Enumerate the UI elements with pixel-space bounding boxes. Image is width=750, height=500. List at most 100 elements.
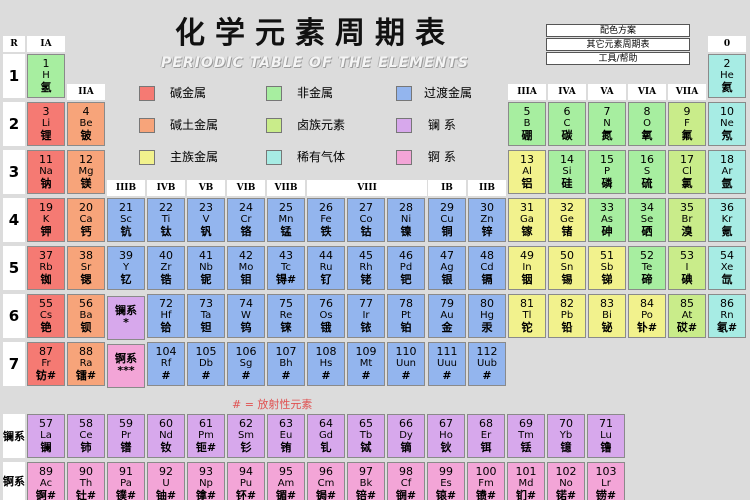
element-br[interactable]: 35 Br 溴: [668, 198, 706, 242]
element-hs[interactable]: 108 Hs #: [307, 342, 345, 386]
element-th[interactable]: 90 Th 钍#: [67, 462, 105, 500]
element-zr[interactable]: 40 Zr 锆: [147, 246, 185, 290]
element-rb[interactable]: 37 Rb 铷: [27, 246, 65, 290]
element-mn[interactable]: 25 Mn 锰: [267, 198, 305, 242]
element-be[interactable]: 4 Be 铍: [67, 102, 105, 146]
element-se[interactable]: 34 Se 硒: [628, 198, 666, 242]
element-cd[interactable]: 48 Cd 镉: [468, 246, 506, 290]
element-xe[interactable]: 54 Xe 氙: [708, 246, 746, 290]
element-rn[interactable]: 86 Rn 氡#: [708, 294, 746, 338]
element-cm[interactable]: 96 Cm 锔#: [307, 462, 345, 500]
element-mt[interactable]: 109 Mt #: [347, 342, 385, 386]
element-rf[interactable]: 104 Rf #: [147, 342, 185, 386]
element-sn[interactable]: 50 Sn 锡: [548, 246, 586, 290]
element-na[interactable]: 11 Na 钠: [27, 150, 65, 194]
element-sr[interactable]: 38 Sr 锶: [67, 246, 105, 290]
element-tm[interactable]: 69 Tm 铥: [507, 414, 545, 458]
element-tc[interactable]: 43 Tc 锝#: [267, 246, 305, 290]
element-cf[interactable]: 98 Cf 锎#: [387, 462, 425, 500]
tools-help-menu[interactable]: 工具/帮助: [546, 52, 690, 65]
element-re[interactable]: 75 Re 铼: [267, 294, 305, 338]
element-ce[interactable]: 58 Ce 铈: [67, 414, 105, 458]
element-la[interactable]: 57 La 镧: [27, 414, 65, 458]
element-co[interactable]: 27 Co 钴: [347, 198, 385, 242]
element-ne[interactable]: 10 Ne 氖: [708, 102, 746, 146]
element-li[interactable]: 3 Li 锂: [27, 102, 65, 146]
element-pu[interactable]: 94 Pu 钚#: [227, 462, 265, 500]
element-ca[interactable]: 20 Ca 钙: [67, 198, 105, 242]
element-ir[interactable]: 77 Ir 铱: [347, 294, 385, 338]
element-lu[interactable]: 71 Lu 镥: [587, 414, 625, 458]
element-k[interactable]: 19 K 钾: [27, 198, 65, 242]
element-pb[interactable]: 82 Pb 铅: [548, 294, 586, 338]
element-u[interactable]: 92 U 铀#: [147, 462, 185, 500]
element-uuu[interactable]: 111 Uuu #: [428, 342, 466, 386]
element-mo[interactable]: 42 Mo 钼: [227, 246, 265, 290]
element-rh[interactable]: 45 Rh 铑: [347, 246, 385, 290]
element-f[interactable]: 9F氟: [668, 102, 706, 146]
element-ar[interactable]: 18 Ar 氩: [708, 150, 746, 194]
element-au[interactable]: 79 Au 金: [428, 294, 466, 338]
element-sm[interactable]: 62 Sm 钐: [227, 414, 265, 458]
element-dy[interactable]: 66 Dy 镝: [387, 414, 425, 458]
element-uun[interactable]: 110 Uun #: [387, 342, 425, 386]
element-as[interactable]: 33 As 砷: [588, 198, 626, 242]
element-ge[interactable]: 32 Ge 锗: [548, 198, 586, 242]
element-tl[interactable]: 81 Tl 铊: [508, 294, 546, 338]
element-fr[interactable]: 87 Fr 钫#: [27, 342, 65, 386]
element-i[interactable]: 53 I 碘: [668, 246, 706, 290]
element-hf[interactable]: 72 Hf 铪: [147, 294, 185, 338]
element-h[interactable]: 1H氢: [27, 54, 65, 98]
element-no[interactable]: 102 No 锘#: [547, 462, 585, 500]
color-scheme-menu[interactable]: 配色方案: [546, 24, 690, 37]
element-n[interactable]: 7N氮: [588, 102, 626, 146]
element-ga[interactable]: 31 Ga 镓: [508, 198, 546, 242]
element-o[interactable]: 8O氧: [628, 102, 666, 146]
element-ac[interactable]: 89 Ac 锕#: [27, 462, 65, 500]
element-ra[interactable]: 88 Ra 镭#: [67, 342, 105, 386]
element-te[interactable]: 52 Te 碲: [628, 246, 666, 290]
element-lr[interactable]: 103 Lr 铹#: [587, 462, 625, 500]
lanthanide-series-placeholder[interactable]: 镧系 *: [107, 296, 145, 340]
element-b[interactable]: 5B硼: [508, 102, 546, 146]
element-yb[interactable]: 70 Yb 镱: [547, 414, 585, 458]
element-cu[interactable]: 29 Cu 铜: [428, 198, 466, 242]
element-hg[interactable]: 80 Hg 汞: [468, 294, 506, 338]
element-nb[interactable]: 41 Nb 铌: [187, 246, 225, 290]
element-pt[interactable]: 78 Pt 铂: [387, 294, 425, 338]
element-nd[interactable]: 60 Nd 钕: [147, 414, 185, 458]
element-md[interactable]: 101 Md 钔#: [507, 462, 545, 500]
element-s[interactable]: 16 S 硫: [628, 150, 666, 194]
element-y[interactable]: 39 Y 钇: [107, 246, 145, 290]
element-pa[interactable]: 91 Pa 镤#: [107, 462, 145, 500]
element-es[interactable]: 99 Es 锿#: [427, 462, 465, 500]
element-at[interactable]: 85 At 砹#: [668, 294, 706, 338]
element-kr[interactable]: 36 Kr 氪: [708, 198, 746, 242]
element-er[interactable]: 68 Er 铒: [467, 414, 505, 458]
element-eu[interactable]: 63 Eu 铕: [267, 414, 305, 458]
element-v[interactable]: 23 V 钒: [187, 198, 225, 242]
element-ba[interactable]: 56 Ba 钡: [67, 294, 105, 338]
element-po[interactable]: 84 Po 钋#: [628, 294, 666, 338]
element-c[interactable]: 6C碳: [548, 102, 586, 146]
element-mg[interactable]: 12 Mg 镁: [67, 150, 105, 194]
element-ti[interactable]: 22 Ti 钛: [147, 198, 185, 242]
element-sc[interactable]: 21 Sc 钪: [107, 198, 145, 242]
element-pm[interactable]: 61 Pm 钷#: [187, 414, 225, 458]
element-cl[interactable]: 17 Cl 氯: [668, 150, 706, 194]
element-he[interactable]: 2 He 氦: [708, 54, 746, 98]
element-cr[interactable]: 24 Cr 铬: [227, 198, 265, 242]
element-pd[interactable]: 46 Pd 钯: [387, 246, 425, 290]
actinide-series-placeholder[interactable]: 锕系 ***: [107, 344, 145, 388]
element-fm[interactable]: 100 Fm 镄#: [467, 462, 505, 500]
element-gd[interactable]: 64 Gd 钆: [307, 414, 345, 458]
element-cs[interactable]: 55 Cs 铯: [27, 294, 65, 338]
element-ru[interactable]: 44 Ru 钌: [307, 246, 345, 290]
element-si[interactable]: 14 Si 硅: [548, 150, 586, 194]
element-al[interactable]: 13 Al 铝: [508, 150, 546, 194]
element-fe[interactable]: 26 Fe 铁: [307, 198, 345, 242]
element-ni[interactable]: 28 Ni 镍: [387, 198, 425, 242]
element-ag[interactable]: 47 Ag 银: [428, 246, 466, 290]
element-tb[interactable]: 65 Tb 铽: [347, 414, 385, 458]
element-am[interactable]: 95 Am 镅#: [267, 462, 305, 500]
